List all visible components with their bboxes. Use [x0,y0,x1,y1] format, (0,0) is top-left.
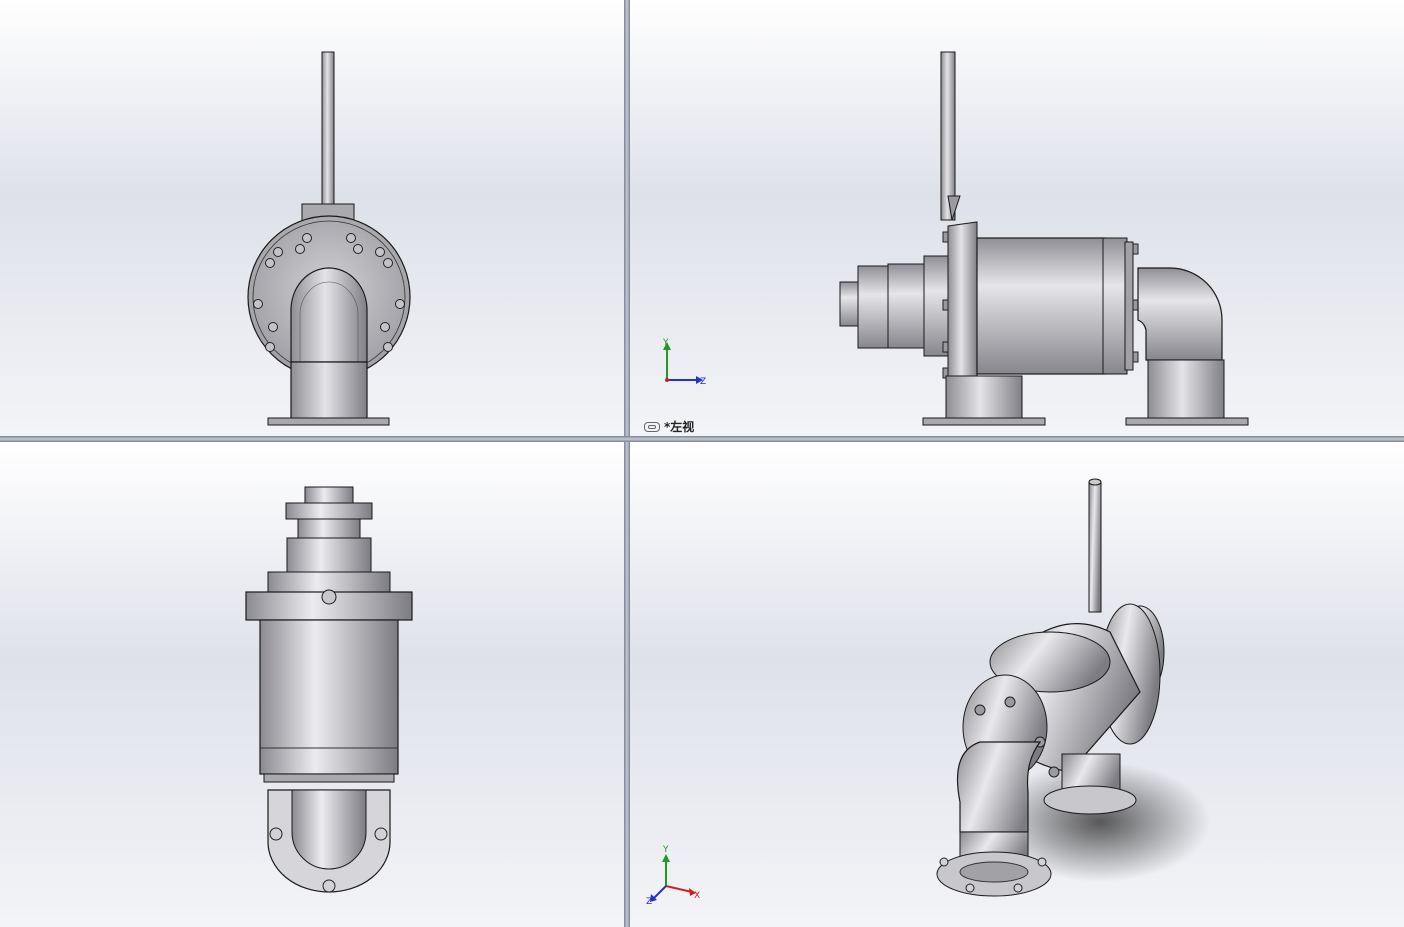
viewport-front[interactable] [0,0,624,436]
leg-pipe [290,361,368,420]
outlet-leg [1147,359,1225,419]
main-barrel [976,237,1106,375]
top-barrel [259,619,399,775]
axis-triad: Y X Z [646,845,700,907]
main-flange-plate [947,221,978,383]
axis-label-y: Y [662,845,669,855]
viewport-top[interactable] [0,442,624,927]
view-name-label: *左视 [644,418,694,435]
viewport-left[interactable]: Y Z *左视 [630,0,1404,436]
left-view-drawing: Y Z [662,51,1249,426]
view-name-text: *左视 [664,420,695,434]
front-view-drawing [247,51,411,426]
axis-label-z: Z [646,897,652,907]
inlet-flange-small [839,281,861,327]
base-plate [267,417,390,426]
link-view-icon [644,421,660,432]
axis-label-z: Z [700,377,706,387]
viewport-splitter-horizontal[interactable] [0,436,1404,442]
top-view-drawing [245,486,413,893]
front-leg [945,375,1023,419]
lever-rod [321,51,335,205]
lever-rod [940,51,956,221]
viewport-splitter-vertical[interactable] [624,0,630,927]
viewport-isometric[interactable]: Y X Z [630,442,1404,927]
axis-label-y: Y [662,338,669,348]
top-elbow [291,789,367,870]
isometric-view-drawing: Y X Z [646,478,1210,907]
iso-elbow [956,741,1042,833]
outlet-elbow [1137,267,1223,361]
axis-label-x: X [694,891,700,901]
axis-triad: Y Z [662,338,706,387]
